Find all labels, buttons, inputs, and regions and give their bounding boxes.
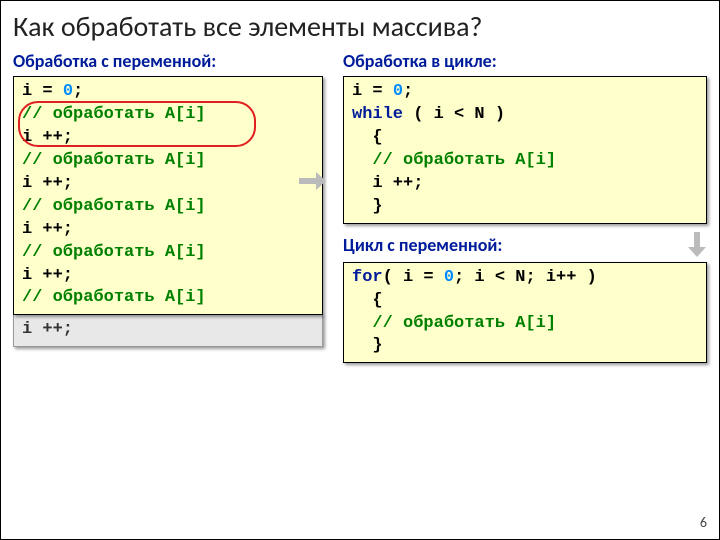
code-comment: // обработать A[i]: [22, 151, 206, 170]
code-comment: // обработать A[i]: [22, 288, 206, 307]
code-keyword: for: [352, 268, 383, 287]
code-comment: // обработать A[i]: [22, 197, 206, 216]
code-comment: // обработать A[i]: [22, 105, 206, 124]
page-number: 6: [700, 514, 707, 531]
code-text: {: [352, 291, 383, 310]
code-text: i ++;: [22, 220, 73, 239]
arrow-right-icon: [299, 171, 327, 191]
code-text: i =: [352, 82, 393, 101]
arrow-down-icon: [687, 232, 707, 258]
code-text: i ++;: [22, 128, 73, 147]
code-text: i ++;: [22, 266, 73, 285]
code-text: }: [352, 336, 383, 355]
code-keyword: while: [352, 105, 403, 124]
code-text: i ++;: [352, 174, 423, 193]
right-column: Обработка в цикле: i = 0; while ( i < N …: [343, 50, 707, 363]
slide: Как обработать все элементы массива? Обр…: [0, 0, 720, 540]
code-num: 0: [393, 82, 403, 101]
code-num: 0: [444, 268, 454, 287]
right-mid-row: Цикл с переменной:: [343, 232, 707, 258]
right-heading-1: Обработка в цикле:: [343, 50, 707, 72]
code-num: 0: [63, 82, 73, 101]
code-comment: // обработать A[i]: [352, 151, 556, 170]
left-extra-codebox: i ++;: [13, 314, 323, 347]
slide-title: Как обработать все элементы массива?: [1, 1, 719, 46]
code-text: }: [352, 197, 383, 216]
for-codebox: for( i = 0; i < N; i++ ) { // обработать…: [343, 262, 707, 364]
left-heading: Обработка с переменной:: [13, 50, 323, 72]
code-text: i ++;: [22, 174, 73, 193]
code-text: ;: [403, 82, 413, 101]
code-text: ; i < N; i++ ): [454, 268, 597, 287]
arrow-right-container: [299, 171, 327, 191]
while-codebox: i = 0; while ( i < N ) { // обработать A…: [343, 76, 707, 224]
code-text: {: [352, 128, 383, 147]
code-text: ;: [73, 82, 83, 101]
code-text: ( i =: [383, 268, 444, 287]
left-codebox: i = 0; // обработать A[i] i ++; // обраб…: [13, 76, 323, 315]
code-text: ( i < N ): [403, 105, 505, 124]
right-heading-2: Цикл с переменной:: [343, 234, 502, 256]
code-text: i =: [22, 82, 63, 101]
code-comment: // обработать A[i]: [22, 243, 206, 262]
left-column: Обработка с переменной: i = 0; // обрабо…: [13, 50, 323, 363]
columns: Обработка с переменной: i = 0; // обрабо…: [1, 46, 719, 363]
code-comment: // обработать A[i]: [352, 314, 556, 333]
